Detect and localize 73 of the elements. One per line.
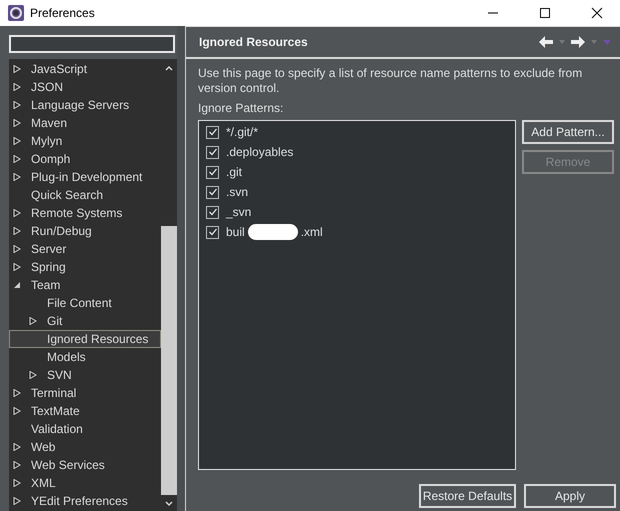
checkbox[interactable]	[206, 146, 219, 158]
pattern-item[interactable]: */.git/*	[199, 122, 515, 142]
scroll-thumb[interactable]	[161, 226, 177, 495]
tree-item[interactable]: JSON	[9, 78, 161, 96]
tree-item[interactable]: File Content	[9, 294, 161, 312]
scroll-up-icon[interactable]	[165, 65, 173, 71]
tree-item[interactable]: Web	[9, 438, 161, 456]
tree-item[interactable]: Plug-in Development	[9, 168, 161, 186]
expand-icon[interactable]	[13, 173, 21, 181]
dialog-button[interactable]: Apply	[524, 484, 616, 508]
checkbox[interactable]	[206, 206, 219, 218]
expand-icon[interactable]	[29, 317, 37, 325]
tree-item[interactable]: Oomph	[9, 150, 161, 168]
expand-icon[interactable]	[29, 371, 37, 379]
tree-item[interactable]: XML	[9, 474, 161, 492]
expand-icon[interactable]	[13, 83, 21, 91]
page-title: Ignored Resources	[199, 35, 308, 49]
forward-arrow-icon[interactable]	[571, 36, 585, 48]
expand-icon[interactable]	[13, 119, 21, 127]
checkbox[interactable]	[206, 186, 219, 198]
expand-icon[interactable]	[13, 497, 21, 505]
tree-item[interactable]: Remote Systems	[9, 204, 161, 222]
tree-item[interactable]: Team	[9, 276, 161, 294]
tree-item[interactable]: Models	[9, 348, 161, 366]
window-title: Preferences	[30, 6, 95, 20]
tree-item[interactable]: Mylyn	[9, 132, 161, 150]
expand-icon[interactable]	[13, 155, 21, 163]
tree-item[interactable]: YEdit Preferences	[9, 492, 161, 510]
tree-item[interactable]: Ignored Resources	[9, 330, 161, 348]
dialog-button[interactable]: Restore Defaults	[419, 484, 516, 508]
expand-icon[interactable]	[13, 389, 21, 397]
checkbox[interactable]	[206, 226, 219, 238]
patterns-label: Ignore Patterns:	[198, 101, 284, 115]
expand-icon[interactable]	[13, 443, 21, 451]
expand-icon[interactable]	[13, 263, 21, 271]
tree-item[interactable]: SVN	[9, 366, 161, 384]
tree-item[interactable]: Spring	[9, 258, 161, 276]
back-arrow-icon[interactable]	[539, 36, 553, 48]
app-icon	[8, 5, 24, 21]
scroll-down-icon[interactable]	[165, 501, 173, 507]
pattern-item[interactable]: .svn	[199, 182, 515, 202]
expand-icon[interactable]	[13, 461, 21, 469]
tree-item[interactable]: TextMate	[9, 402, 161, 420]
checkbox[interactable]	[206, 126, 219, 138]
pattern-item[interactable]: buil .xml	[199, 222, 515, 242]
pattern-item[interactable]: .deployables	[199, 142, 515, 162]
tree-item[interactable]: Web Services	[9, 456, 161, 474]
close-icon[interactable]	[591, 7, 603, 19]
tree-item[interactable]: Quick Search	[9, 186, 161, 204]
tree-item[interactable]: Language Servers	[9, 96, 161, 114]
expand-icon[interactable]	[13, 227, 21, 235]
expand-icon[interactable]	[13, 101, 21, 109]
expand-icon[interactable]	[13, 65, 21, 73]
tree-item[interactable]: Git	[9, 312, 161, 330]
collapse-icon[interactable]	[13, 281, 21, 289]
pattern-item[interactable]: .git	[199, 162, 515, 182]
tree-item[interactable]: Terminal	[9, 384, 161, 402]
pattern-item[interactable]: _svn	[199, 202, 515, 222]
expand-icon[interactable]	[13, 479, 21, 487]
expand-icon[interactable]	[13, 245, 21, 253]
maximize-icon[interactable]	[539, 7, 551, 19]
expand-icon[interactable]	[13, 407, 21, 415]
tree-item[interactable]: Run/Debug	[9, 222, 161, 240]
filter-field[interactable]	[9, 35, 175, 53]
side-button[interactable]: Add Pattern...	[522, 120, 614, 144]
expand-icon[interactable]	[13, 209, 21, 217]
tree-item[interactable]: Maven	[9, 114, 161, 132]
checkbox[interactable]	[206, 166, 219, 178]
description: Use this page to specify a list of resource name patterns to exclude from version control.	[198, 66, 584, 96]
tree-item[interactable]: Validation	[9, 420, 161, 438]
tree-item[interactable]: Server	[9, 240, 161, 258]
expand-icon[interactable]	[13, 137, 21, 145]
tree-item[interactable]: JavaScript	[9, 60, 161, 78]
